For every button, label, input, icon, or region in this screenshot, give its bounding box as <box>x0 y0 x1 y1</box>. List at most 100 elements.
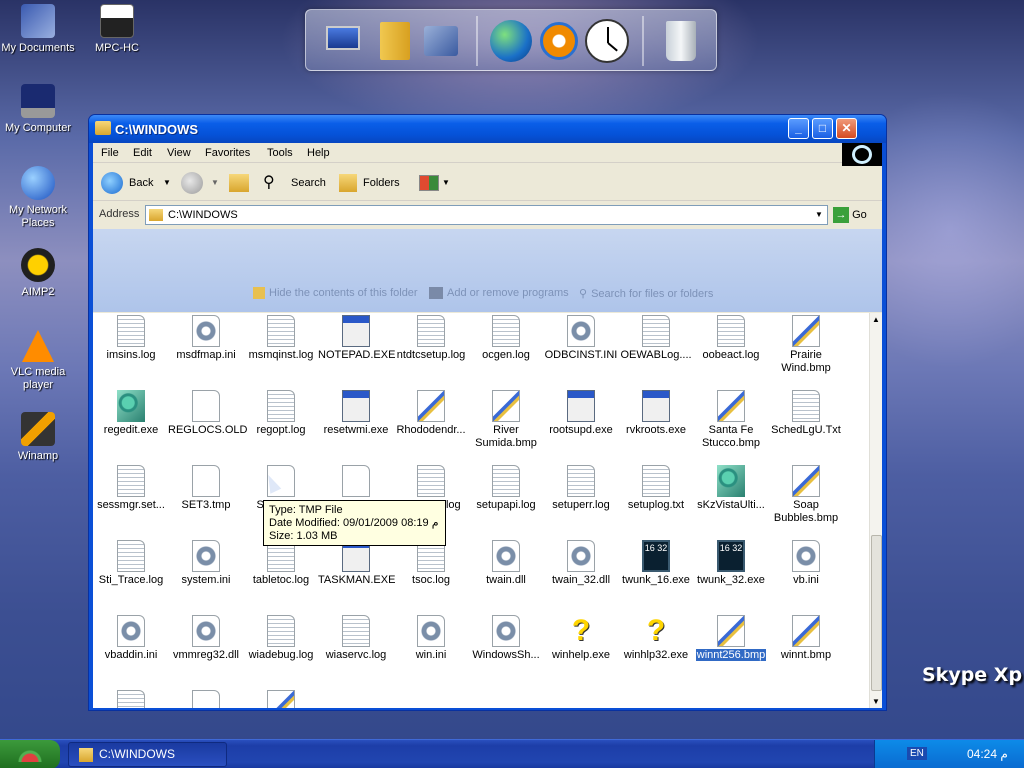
documents-folder-icon[interactable] <box>372 18 418 64</box>
file-item[interactable]: resetwmi.exe <box>318 390 394 437</box>
file-item[interactable]: msmqinst.log <box>243 315 319 362</box>
address-input[interactable]: C:\WINDOWS ▼ <box>145 205 828 225</box>
title-bar[interactable]: C:\WINDOWS _ □ ✕ <box>89 115 886 143</box>
menu-favorites[interactable]: Favorites <box>205 147 250 159</box>
file-item[interactable]: oobeact.log <box>693 315 769 362</box>
file-item[interactable]: vb.ini <box>768 540 844 587</box>
desktop-icon-vlc[interactable]: VLC media player <box>0 330 78 392</box>
file-item[interactable]: TASKMAN.EXE <box>318 540 395 587</box>
maximize-button[interactable]: □ <box>812 118 833 139</box>
scrollbar-thumb[interactable] <box>871 535 882 691</box>
file-item[interactable]: Prairie Wind.bmp <box>768 315 844 375</box>
media-player-icon[interactable] <box>536 18 582 64</box>
file-item[interactable]: Zapotec.bmp <box>243 690 319 708</box>
taskbar-item-windows[interactable]: C:\WINDOWS <box>68 742 227 767</box>
config-file-icon <box>192 540 220 572</box>
folders-button[interactable]: Folders <box>339 171 405 195</box>
desktop-icon-my-computer[interactable]: My Computer <box>0 84 78 135</box>
file-item[interactable]: OEWABLog.... <box>618 315 694 362</box>
programs-icon <box>429 287 443 300</box>
file-item[interactable]: imsins.log <box>93 315 169 362</box>
desktop-icon-winamp[interactable]: Winamp <box>0 412 78 463</box>
file-item[interactable]: system.ini <box>168 540 244 587</box>
scroll-down-icon[interactable]: ▼ <box>872 697 880 706</box>
vertical-scrollbar[interactable]: ▲ ▼ <box>869 313 882 708</box>
file-item[interactable]: ? winhelp.exe <box>543 615 619 662</box>
file-item[interactable]: wmsetup.log <box>93 690 169 708</box>
menu-file[interactable]: File <box>101 147 119 159</box>
scroll-up-icon[interactable]: ▲ <box>872 315 880 324</box>
file-item[interactable]: ODBCINST.INI <box>543 315 619 362</box>
menu-view[interactable]: View <box>167 147 191 159</box>
minimize-button[interactable]: _ <box>788 118 809 139</box>
file-item[interactable]: setuperr.log <box>543 465 619 512</box>
desktop-icon-my-network-places[interactable]: My Network Places <box>0 166 78 230</box>
search-button[interactable]: ⚲ Search <box>263 171 329 195</box>
file-item[interactable]: winnt256.bmp <box>693 615 769 662</box>
file-item[interactable]: setuplog.txt <box>618 465 694 512</box>
file-item[interactable]: tabletoc.log <box>243 540 319 587</box>
file-item[interactable]: Santa Fe Stucco.bmp <box>693 390 769 450</box>
file-item[interactable]: rootsupd.exe <box>543 390 619 437</box>
desktop-icon-my-documents[interactable]: My Documents <box>0 4 78 55</box>
file-item[interactable]: SchedLgU.Txt <box>768 390 844 437</box>
file-item[interactable]: vmmreg32.dll <box>168 615 244 662</box>
address-dropdown-icon[interactable]: ▼ <box>811 206 827 224</box>
file-item[interactable]: wiadebug.log <box>243 615 319 662</box>
network-icon[interactable] <box>418 18 464 64</box>
views-button[interactable]: ▼ <box>419 171 450 195</box>
recycle-bin-icon[interactable] <box>658 18 704 64</box>
file-item[interactable]: twain.dll <box>468 540 544 587</box>
file-item[interactable]: ntdtcsetup.log <box>393 315 469 362</box>
file-item[interactable]: REGLOCS.OLD <box>168 390 247 437</box>
file-item[interactable]: sKzVistaUlti... <box>693 465 769 512</box>
file-item[interactable]: River Sumida.bmp <box>468 390 544 450</box>
task-add-remove-programs[interactable]: Add or remove programs <box>429 287 569 300</box>
file-item[interactable]: WindowsSh... <box>468 615 544 662</box>
globe-icon[interactable] <box>488 18 534 64</box>
file-item[interactable]: wiaservc.log <box>318 615 394 662</box>
file-item[interactable]: tsoc.log <box>393 540 469 587</box>
file-item[interactable]: win.ini <box>393 615 469 662</box>
file-item[interactable]: ocgen.log <box>468 315 544 362</box>
desktop-icon-aimp2[interactable]: AIMP2 <box>0 248 78 299</box>
file-item[interactable]: WMSysPr9.prx <box>168 690 244 708</box>
file-item[interactable]: 16 32 twunk_16.exe <box>618 540 694 587</box>
task-hide-contents[interactable]: Hide the contents of this folder <box>253 287 418 300</box>
menu-edit[interactable]: Edit <box>133 147 152 159</box>
file-item[interactable]: NOTEPAD.EXE <box>318 315 395 362</box>
file-item[interactable]: Soap Bubbles.bmp <box>768 465 844 525</box>
file-item[interactable]: Rhododendr... <box>393 390 469 437</box>
go-button[interactable]: → Go <box>833 205 875 225</box>
forward-button[interactable]: ▼ <box>181 171 223 195</box>
menu-help[interactable]: Help <box>307 147 330 159</box>
aimp-icon <box>21 248 55 282</box>
menu-tools[interactable]: Tools <box>267 147 293 159</box>
text-file-icon <box>342 615 370 647</box>
up-folder-button[interactable] <box>229 171 251 195</box>
text-file-icon <box>117 465 145 497</box>
back-button[interactable]: Back ▼ <box>101 171 171 195</box>
file-item[interactable]: regedit.exe <box>93 390 169 437</box>
file-item[interactable]: 16 32 twunk_32.exe <box>693 540 769 587</box>
desktop-icon-mpc-hc[interactable]: MPC-HC <box>77 4 157 55</box>
clock-icon[interactable] <box>584 18 630 64</box>
start-button[interactable] <box>0 740 60 768</box>
file-item[interactable]: msdfmap.ini <box>168 315 244 362</box>
file-item[interactable]: ? winhlp32.exe <box>618 615 694 662</box>
clock[interactable]: 04:24 م <box>967 747 1008 761</box>
dock <box>305 9 717 71</box>
close-button[interactable]: ✕ <box>836 118 857 139</box>
file-item[interactable]: setupapi.log <box>468 465 544 512</box>
file-item[interactable]: twain_32.dll <box>543 540 619 587</box>
file-item[interactable]: regopt.log <box>243 390 319 437</box>
file-item[interactable]: winnt.bmp <box>768 615 844 662</box>
file-item[interactable]: rvkroots.exe <box>618 390 694 437</box>
file-item[interactable]: Sti_Trace.log <box>93 540 169 587</box>
file-item[interactable]: vbaddin.ini <box>93 615 169 662</box>
task-search-files[interactable]: ⚲ Search for files or folders <box>579 287 713 300</box>
language-indicator[interactable]: EN <box>907 747 927 760</box>
file-item[interactable]: sessmgr.set... <box>93 465 169 512</box>
my-computer-icon[interactable] <box>320 18 366 64</box>
file-item[interactable]: SET3.tmp <box>168 465 244 512</box>
